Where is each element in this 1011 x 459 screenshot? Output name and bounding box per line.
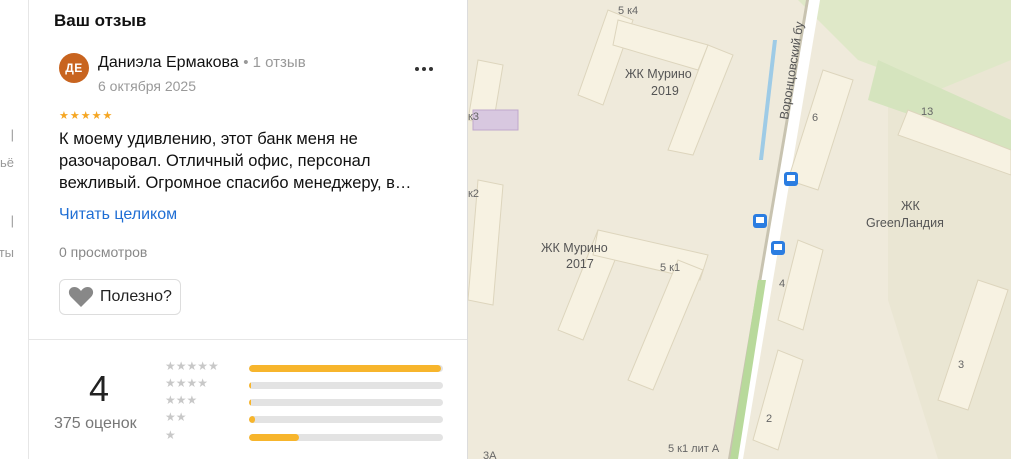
review-text-line: вежливый. Огромное спасибо менеджеру, в… [59, 174, 412, 192]
reviews-count: • 1 отзыв [243, 54, 306, 71]
map-label-house: 3 [958, 359, 964, 371]
dot-icon [429, 67, 433, 71]
distribution-bar-fill [249, 399, 251, 406]
author-line: Даниэла Ермакова • 1 отзыв [98, 54, 306, 72]
divider [29, 339, 467, 340]
avatar[interactable]: ДЕ [59, 53, 89, 83]
strip-fragment-3: | [10, 213, 14, 228]
rating-distribution-row-4[interactable]: ★★★★ [165, 376, 455, 392]
distribution-stars: ★★★★★ [165, 359, 219, 373]
distribution-bar-fill [249, 365, 442, 372]
useful-label: Полезно? [100, 288, 172, 305]
useful-button[interactable]: Полезно? [59, 279, 181, 315]
reviews-panel: Ваш отзыв ДЕ Даниэла Ермакова • 1 отзыв … [29, 0, 468, 459]
map-label-house: к2 [468, 188, 479, 200]
rating-distribution-row-1[interactable]: ★ [165, 428, 455, 444]
strip-fragment-1: | [10, 127, 14, 142]
map-label-zhk-murino-2019: ЖК Мурино [625, 67, 692, 81]
author-name[interactable]: Даниэла Ермакова [98, 54, 239, 71]
review-date: 6 октября 2025 [98, 78, 196, 94]
distribution-bar [249, 365, 443, 372]
review-text-line: К моему удивлению, этот банк меня не [59, 130, 358, 148]
distribution-bar-fill [249, 382, 251, 389]
distribution-bar [249, 416, 443, 423]
distribution-stars: ★ [165, 428, 176, 442]
ratings-count: 375 оценок [54, 415, 137, 432]
map-label-zhk-murino-2017: ЖК Мурино [541, 241, 608, 255]
map-label-house: 2 [766, 413, 772, 425]
review-card: ДЕ Даниэла Ермакова • 1 отзыв 6 октября … [29, 38, 467, 338]
distribution-bar [249, 382, 443, 389]
dot-icon [415, 67, 419, 71]
review-text: К моему удивлению, этот банк меня не раз… [59, 128, 444, 194]
map-label-house: 5 к1 [660, 262, 680, 274]
distribution-stars: ★★ [165, 410, 187, 424]
map-label-house: 4 [779, 278, 785, 290]
map-canvas[interactable]: ЖК Мурино 2019 ЖК Мурино 2017 ЖК GreenЛа… [468, 0, 1011, 459]
bus-stop-icon[interactable] [771, 241, 785, 255]
average-rating: 4 [89, 368, 110, 409]
distribution-stars: ★★★ [165, 393, 198, 407]
distribution-stars: ★★★★ [165, 376, 209, 390]
strip-fragment-2: ьё [0, 155, 14, 170]
map-label-house: 6 [812, 112, 818, 124]
panel-title: Ваш отзыв [54, 11, 147, 30]
bus-stop-icon[interactable] [784, 172, 798, 186]
distribution-bar [249, 434, 443, 441]
rating-distribution-row-5[interactable]: ★★★★★ [165, 359, 455, 375]
more-options-button[interactable] [411, 58, 437, 80]
dot-icon [422, 67, 426, 71]
map-label-house: 3А [483, 450, 497, 459]
lot-area [472, 109, 519, 131]
distribution-bar-fill [249, 416, 255, 423]
map-label-house: к3 [468, 111, 479, 123]
left-panel-strip: | ьё | ты [0, 0, 29, 459]
map-label-greenlandia-1: ЖК [901, 199, 921, 213]
review-rating-stars: ★★★★★ [59, 110, 114, 122]
rating-distribution-row-3[interactable]: ★★★ [165, 393, 455, 409]
map-label-zhk-murino-2017-year: 2017 [566, 257, 594, 271]
map-label-greenlandia-2: GreenЛандия [866, 216, 944, 230]
map-view[interactable]: ЖК Мурино 2019 ЖК Мурино 2017 ЖК GreenЛа… [468, 0, 1011, 459]
map-label-zhk-murino-2019-year: 2019 [651, 84, 679, 98]
map-label-house: 5 к1 лит А [668, 443, 720, 455]
strip-fragment-4: ты [0, 245, 14, 260]
map-label-house: 5 к4 [618, 5, 638, 17]
views-count: 0 просмотров [59, 244, 148, 260]
distribution-bar [249, 399, 443, 406]
heart-icon [68, 287, 94, 307]
reviews-count-text: 1 отзыв [252, 54, 306, 71]
rating-distribution-row-2[interactable]: ★★ [165, 410, 455, 426]
review-text-line: разочаровал. Отличный офис, персонал [59, 152, 371, 170]
distribution-bar-fill [249, 434, 300, 441]
bus-stop-icon[interactable] [753, 214, 767, 228]
map-label-house: 13 [921, 106, 933, 118]
read-more-link[interactable]: Читать целиком [59, 206, 177, 224]
